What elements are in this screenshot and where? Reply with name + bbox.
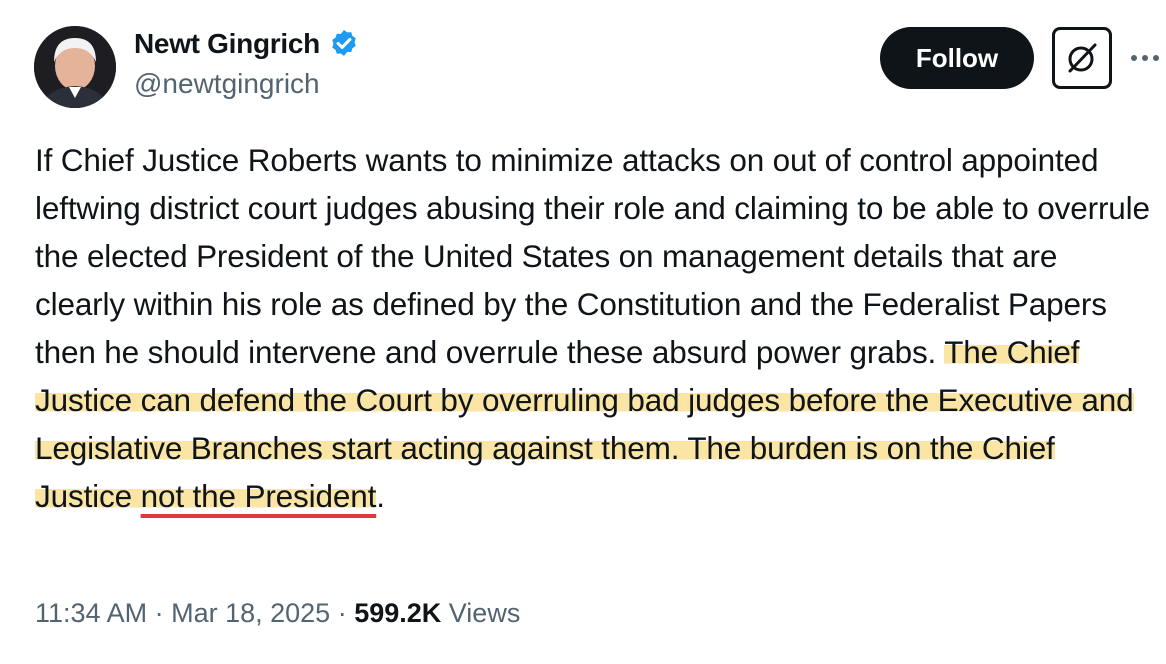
author-name-row: Newt Gingrich [134,28,360,60]
tweet-text: If Chief Justice Roberts wants to minimi… [35,136,1150,520]
profile-photo-icon [34,26,116,108]
grok-button[interactable] [1052,27,1112,89]
tweet-time[interactable]: 11:34 AM [35,598,147,628]
avatar[interactable] [34,26,116,108]
tweet-date[interactable]: Mar 18, 2025 [171,598,330,628]
more-horizontal-icon [1131,55,1159,61]
follow-button[interactable]: Follow [880,27,1034,89]
meta-separator: · [147,598,172,628]
tweet-metadata: 11:34 AM · Mar 18, 2025 · 599.2K Views [35,598,520,629]
views-count: 599.2K [354,598,442,628]
author-display-name[interactable]: Newt Gingrich [134,28,320,60]
verified-badge-icon[interactable] [328,28,360,60]
more-options-button[interactable] [1128,44,1162,72]
tweet-text-end: . [376,478,385,514]
author-handle[interactable]: @newtgingrich [134,68,320,100]
tweet-text-underlined: not the President [140,478,377,514]
grok-icon [1068,43,1097,73]
views-label: Views [448,598,521,628]
meta-separator: · [330,598,355,628]
